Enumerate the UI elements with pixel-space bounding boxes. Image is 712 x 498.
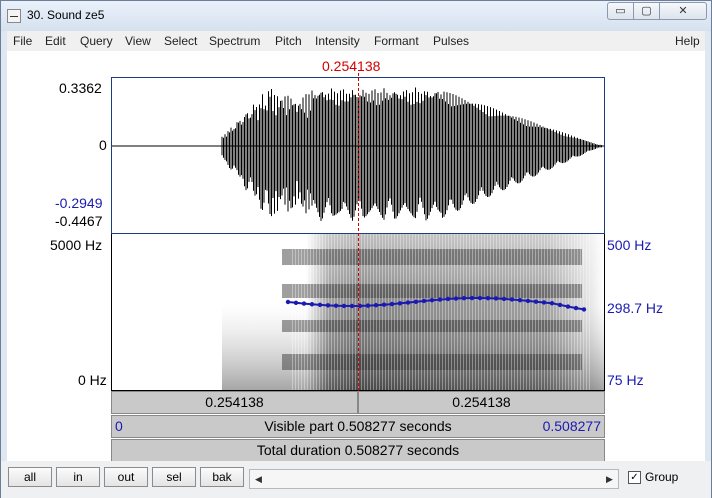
menu-formant[interactable]: Formant — [374, 34, 419, 48]
pitch-point — [333, 303, 339, 308]
pitch-top-label: 500 Hz — [607, 237, 652, 253]
pitch-point — [565, 304, 571, 309]
pitch-point — [365, 303, 371, 308]
scroll-left-icon[interactable]: ◀ — [250, 470, 267, 488]
pitch-point — [349, 303, 355, 309]
close-button[interactable]: ✕ — [659, 2, 707, 20]
pitch-point — [581, 307, 587, 312]
pitch-bottom-label: 75 Hz — [607, 372, 644, 388]
visible-start-label: 0 — [115, 418, 123, 434]
visible-part-bar[interactable]: 0 Visible part 0.508277 seconds 0.508277 — [111, 415, 605, 438]
pitch-point — [373, 303, 379, 308]
pitch-point — [413, 299, 419, 304]
scroll-right-icon[interactable]: ▶ — [601, 470, 618, 488]
menu-help[interactable]: Help — [675, 34, 700, 48]
sound-editor-window: 30. Sound ze5 ▭ ▢ ✕ File Edit Query View… — [0, 0, 712, 498]
visible-end-label: 0.508277 — [542, 418, 601, 434]
menu-intensity[interactable]: Intensity — [315, 34, 360, 48]
pitch-point — [421, 298, 427, 304]
group-label: Group — [645, 470, 679, 484]
pitch-point — [549, 301, 555, 306]
waveform-zero-label: 0 — [99, 137, 107, 153]
group-checkbox[interactable]: ✓ — [628, 471, 641, 484]
zoom-out-button[interactable]: out — [104, 467, 148, 487]
menu-bar: File Edit Query View Select Spectrum Pit… — [7, 31, 705, 52]
pitch-point — [293, 300, 299, 305]
menu-spectrum[interactable]: Spectrum — [209, 34, 260, 48]
app-icon — [7, 9, 21, 23]
menu-pitch[interactable]: Pitch — [275, 34, 302, 48]
pitch-point — [325, 303, 331, 308]
pitch-point — [397, 301, 403, 306]
pitch-point — [453, 296, 459, 301]
pitch-point — [469, 295, 475, 301]
pitch-value-label: 298.7 Hz — [607, 300, 664, 316]
spectrogram-top-label: 5000 Hz — [50, 237, 103, 253]
pitch-point — [381, 302, 387, 307]
total-duration-bar[interactable]: Total duration 0.508277 seconds — [111, 439, 605, 462]
menu-file[interactable]: File — [13, 34, 32, 48]
waveform-cursor-value-label: -0.2949 — [55, 195, 103, 211]
horizontal-scrollbar[interactable]: ◀ ▶ — [249, 469, 619, 489]
pitch-point — [285, 299, 291, 305]
cursor-time-label: 0.254138 — [322, 58, 381, 74]
zoom-all-button[interactable]: all — [8, 467, 52, 487]
zoom-sel-button[interactable]: sel — [152, 467, 196, 487]
pitch-point — [461, 295, 467, 301]
pitch-point — [501, 296, 507, 302]
pitch-point — [557, 302, 563, 308]
pitch-point — [341, 303, 347, 309]
window-title: 30. Sound ze5 — [27, 8, 105, 22]
cursor-line — [358, 73, 359, 391]
menu-select[interactable]: Select — [164, 34, 197, 48]
time-bar-right[interactable]: 0.254138 — [358, 391, 605, 414]
visible-part-label: Visible part 0.508277 seconds — [264, 418, 452, 434]
minimize-button[interactable]: ▭ — [607, 2, 634, 20]
pitch-point — [405, 300, 411, 305]
bottom-toolbar: all in out sel bak ◀ ▶ ✓ Group — [1, 461, 711, 498]
pitch-point — [317, 302, 323, 308]
spectrogram-bottom-label: 0 Hz — [78, 372, 107, 388]
pitch-point — [389, 301, 395, 307]
pitch-point — [445, 296, 451, 302]
menu-pulses[interactable]: Pulses — [433, 34, 469, 48]
pitch-point — [485, 295, 491, 301]
pitch-point — [517, 297, 523, 303]
pitch-point — [477, 295, 483, 301]
time-bar-left[interactable]: 0.254138 — [111, 391, 358, 414]
pitch-point — [301, 301, 307, 306]
pitch-point — [541, 300, 547, 305]
pitch-point — [573, 305, 579, 311]
waveform-max-label: 0.3362 — [59, 80, 102, 96]
pitch-point — [493, 296, 499, 301]
pitch-point — [533, 299, 539, 304]
zoom-in-button[interactable]: in — [56, 467, 100, 487]
pitch-point — [437, 297, 443, 302]
title-bar[interactable]: 30. Sound ze5 ▭ ▢ ✕ — [1, 1, 711, 31]
menu-view[interactable]: View — [125, 34, 151, 48]
pitch-point — [525, 298, 531, 304]
pitch-point — [309, 302, 315, 307]
waveform-trace — [221, 87, 602, 221]
pitch-point — [509, 297, 515, 302]
pitch-point — [429, 298, 435, 303]
zoom-back-button[interactable]: bak — [200, 467, 244, 487]
waveform-min-label: -0.4467 — [55, 213, 103, 229]
menu-query[interactable]: Query — [80, 34, 113, 48]
maximize-button[interactable]: ▢ — [633, 2, 660, 20]
menu-edit[interactable]: Edit — [45, 34, 66, 48]
